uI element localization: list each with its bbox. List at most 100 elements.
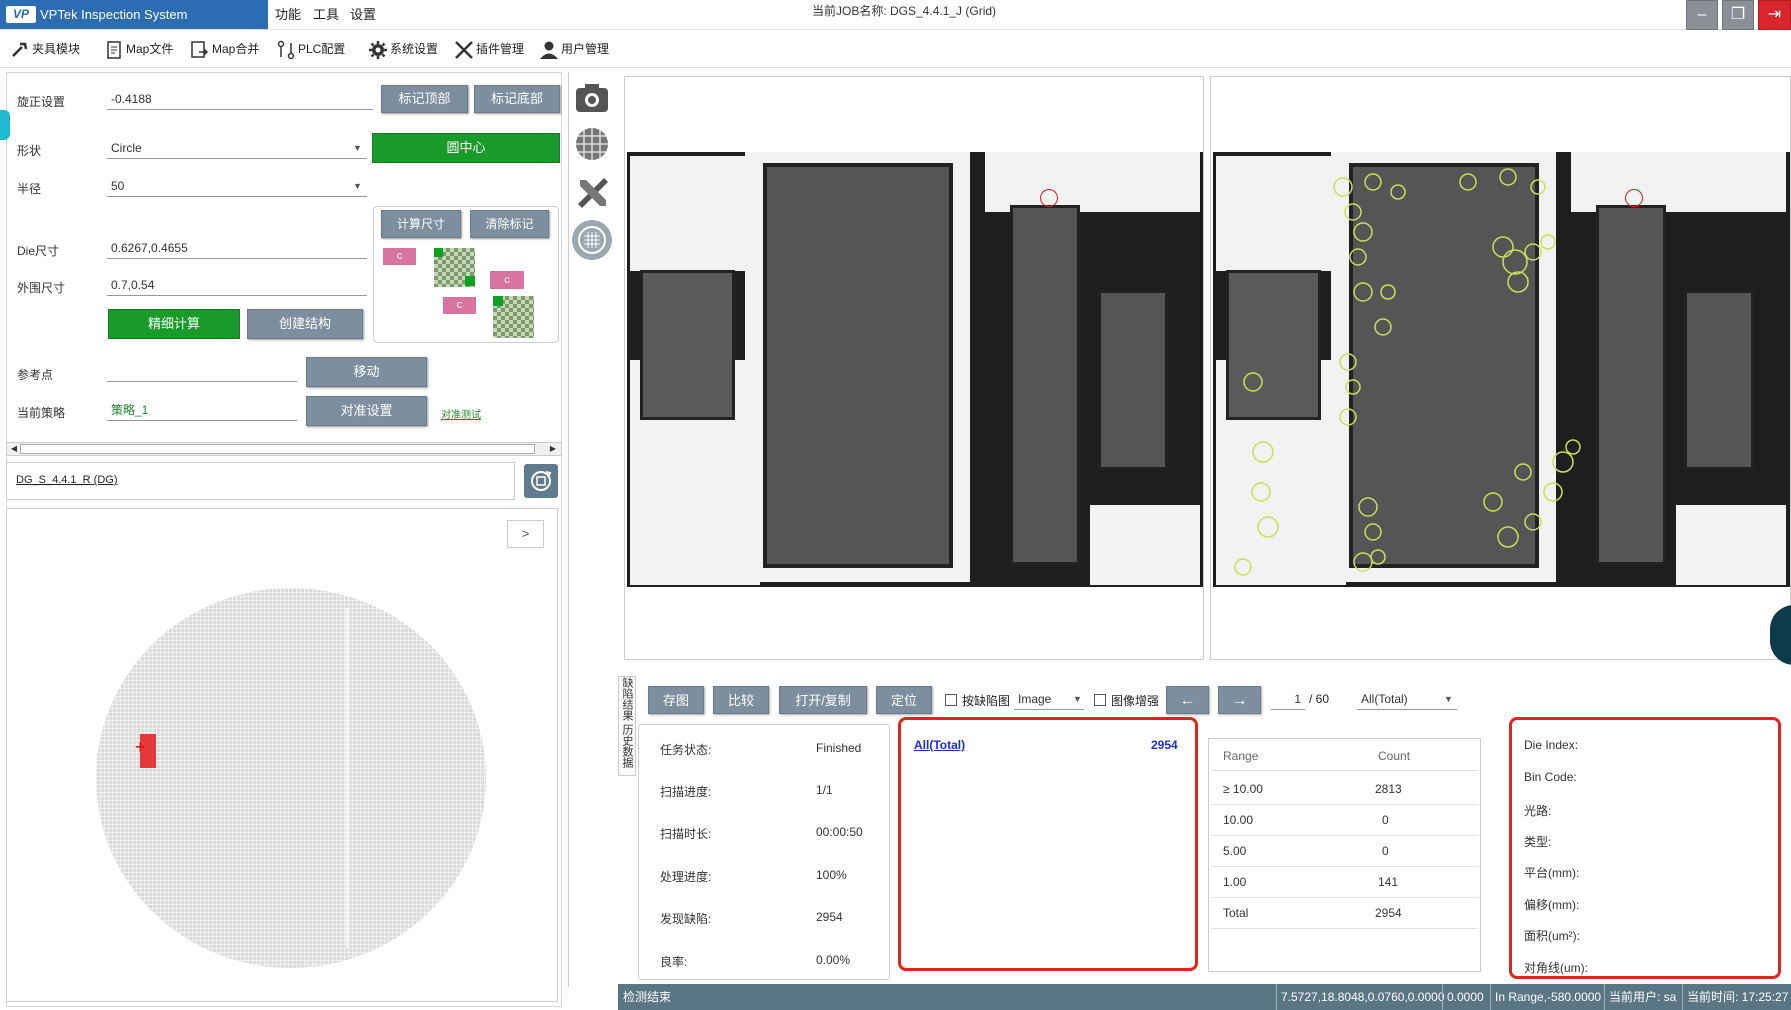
mark-top-button[interactable]: 标记顶部 [381,85,468,113]
plc-icon [276,40,296,60]
side-tab-indicator[interactable] [0,110,10,140]
page-total: / 60 [1309,692,1330,706]
defect-map-checkbox[interactable] [945,694,957,706]
document-icon [104,40,124,60]
menu-tools[interactable]: 工具 [313,0,339,29]
tools-icon [454,40,474,60]
defect-map-label: 按缺陷图 [962,694,1011,708]
save-image-button[interactable]: 存图 [648,686,704,714]
enhance-checkbox[interactable] [1094,694,1106,706]
scroll-left-icon[interactable]: ◀ [8,443,20,455]
toolbar-plugin-button[interactable]: 插件管理 [454,36,524,62]
c-marker: c [443,297,476,314]
ref-point-label: 参考点 [17,368,54,382]
toolbar-map-file-button[interactable]: Map文件 [104,36,173,62]
grid-button[interactable] [572,124,612,164]
toolbar-user-button[interactable]: 用户管理 [539,36,609,62]
exit-button[interactable]: ⇥ [1758,0,1791,30]
maximize-button[interactable]: ❐ [1722,0,1754,30]
table-row[interactable]: 1.00 141 [1211,867,1478,898]
table-row[interactable]: ≥ 10.00 2813 [1211,774,1478,805]
table-row[interactable]: Total 2954 [1211,898,1478,929]
map-expand-button[interactable]: > [507,520,544,548]
prev-button[interactable]: ← [1166,686,1209,714]
toolbar-system-settings-button[interactable]: 系统设置 [368,36,438,62]
menu-settings[interactable]: 设置 [350,0,376,29]
header-range: Range [1223,749,1259,763]
range-cell: Total [1223,906,1249,920]
status-coords: 7.5727,18.8048,0.0760,0.0000 [1276,984,1445,1010]
create-struct-button[interactable]: 创建结构 [247,309,363,339]
tab-history[interactable]: 历史数据 [621,724,633,768]
filter-select[interactable]: All(Total) [1357,690,1457,710]
move-button[interactable]: 移动 [306,357,427,387]
die-info-label: 类型: [1524,835,1552,849]
next-button[interactable]: → [1218,686,1261,714]
range-cell: 5.00 [1223,844,1247,858]
defect-circle [1040,189,1058,207]
radius-select[interactable]: 50 [107,177,367,197]
circle-center-button[interactable]: 圆中心 [372,133,560,163]
wafer-settings-button[interactable] [572,220,612,260]
shape-select[interactable]: Circle [107,139,367,159]
align-test-link[interactable]: 对准测试 [441,406,481,421]
refresh-button[interactable] [524,464,558,498]
job-title: 当前JOB名称: DGS_4.4.1_J (Grid) [812,4,997,18]
compare-button[interactable]: 比较 [713,686,769,714]
die-info-label: Die Index: [1524,738,1579,752]
toolbar-fixture-button[interactable]: 夹具模块 [10,36,80,62]
fine-calc-button[interactable]: 精细计算 [108,309,240,339]
outer-size-input[interactable]: 0.7,0.54 [107,276,367,296]
measure-button[interactable] [572,172,612,212]
menu-function[interactable]: 功能 [275,0,301,29]
pattern-region [985,152,1200,212]
toolbar-map-file-label: Map文件 [126,42,174,56]
die-size-label: Die尺寸 [17,244,60,258]
toolbar-user-label: 用户管理 [561,42,610,56]
ref-point-select[interactable] [107,362,297,382]
app-logo: VP [6,6,36,23]
calc-size-button[interactable]: 计算尺寸 [381,210,461,238]
recipe-name[interactable]: DG_S_4.4.1_R (DG) [16,474,117,486]
defect-class-count: 2954 [1151,738,1178,752]
merge-icon [190,40,210,60]
scrollbar-thumb[interactable] [20,444,535,454]
die-info-label: 偏移(mm): [1524,898,1580,912]
scroll-right-icon[interactable]: ▶ [547,443,559,455]
minimize-button[interactable]: – [1686,0,1718,30]
toolbar-map-merge-button[interactable]: Map合并 [190,36,259,62]
toolbar-plc-label: PLC配置 [298,42,346,56]
die-info-label: 对角线(um): [1524,961,1588,975]
wafer-icon [578,226,606,254]
die-corner-mark [465,276,475,286]
task-stats-panel [638,724,890,980]
mark-bottom-button[interactable]: 标记底部 [474,85,560,113]
refresh-icon [531,471,552,491]
tab-defect-results[interactable]: 缺陷结果 [621,677,633,721]
page-input[interactable]: 1 [1271,690,1305,710]
toolbar-fixture-label: 夹具模块 [32,42,81,56]
strategy-select[interactable]: 策略_1 [107,401,297,421]
clear-mark-button[interactable]: 清除标记 [470,210,549,238]
table-row[interactable]: 5.00 0 [1211,836,1478,867]
camera-button[interactable] [572,78,612,118]
defect-markers-overlay [1234,168,1581,576]
locate-button[interactable]: 定位 [876,686,932,714]
vertical-tabs[interactable]: 缺陷结果 历史数据 [618,676,636,776]
align-settings-button[interactable]: 对准设置 [306,396,427,426]
table-row[interactable]: 10.00 0 [1211,805,1478,836]
open-copy-button[interactable]: 打开/复制 [779,686,867,714]
die-info-label: 光路: [1524,804,1552,818]
rotation-input[interactable]: -0.4188 [107,90,373,110]
stat-value: 0.00% [816,953,851,967]
toolbar-plc-button[interactable]: PLC配置 [276,36,345,62]
enhance-label: 图像增强 [1111,694,1160,708]
wafer-map[interactable] [96,588,486,968]
stat-value: 00:00:50 [816,825,863,839]
defect-class-name[interactable]: All(Total) [914,738,965,752]
radius-label: 半径 [17,182,42,196]
count-cell: 2813 [1375,782,1402,796]
count-cell: 0 [1382,813,1389,827]
die-size-input[interactable]: 0.6267,0.4655 [107,239,367,259]
strategy-label: 当前策略 [17,406,66,420]
